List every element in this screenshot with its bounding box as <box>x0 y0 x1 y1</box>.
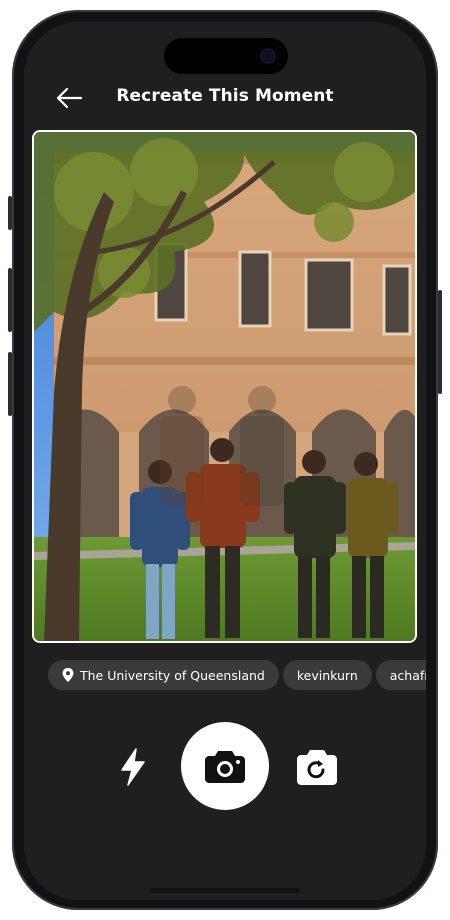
chip-user-achafriza[interactable]: achafriza <box>375 660 426 690</box>
home-indicator <box>150 888 300 893</box>
header: Recreate This Moment <box>24 76 426 120</box>
chip-location-label: The University of Queensland <box>80 667 265 683</box>
front-camera <box>260 48 276 64</box>
camera-controls <box>24 722 426 812</box>
chip-user-label: achafriza <box>389 667 426 683</box>
switch-camera-icon[interactable] <box>296 748 338 786</box>
lightning-bolt-icon[interactable] <box>118 748 148 786</box>
camera-icon <box>205 751 245 783</box>
chip-user-kevinkurn[interactable]: kevinkurn <box>282 660 372 690</box>
page-title: Recreate This Moment <box>116 86 334 106</box>
volume-up-button <box>8 268 12 332</box>
chip-user-label: kevinkurn <box>296 667 358 683</box>
reference-photo <box>32 130 417 643</box>
action-button <box>8 196 12 230</box>
tag-chips: The University of Queensland kevinkurn a… <box>48 660 426 692</box>
location-pin-icon <box>62 668 74 682</box>
dynamic-island <box>164 38 288 74</box>
power-button <box>438 290 442 394</box>
volume-down-button <box>8 352 12 416</box>
shutter-button[interactable] <box>181 722 269 810</box>
chip-location[interactable]: The University of Queensland <box>48 660 279 690</box>
photo-illustration <box>34 132 415 641</box>
